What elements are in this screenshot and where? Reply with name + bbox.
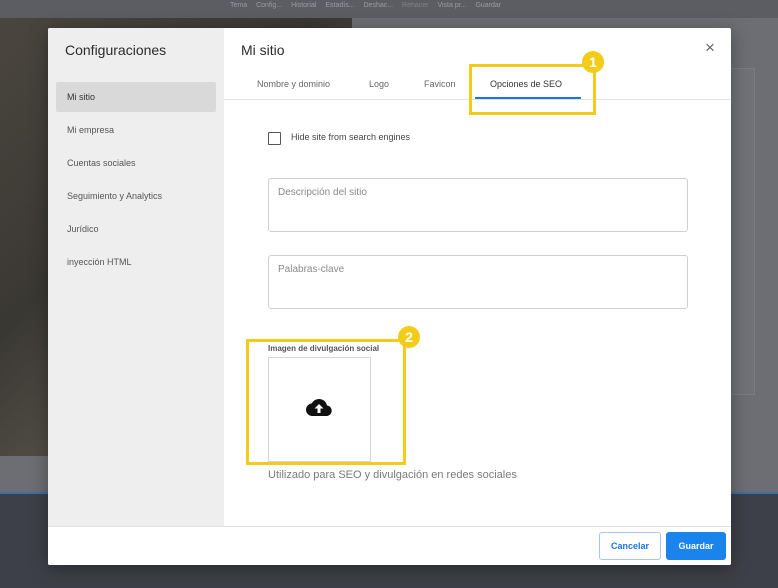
- sidebar-nav: Mi sitio Mi empresa Cuentas sociales Seg…: [56, 82, 216, 280]
- sidebar-title: Configuraciones: [65, 42, 167, 58]
- sidebar-item-mi-sitio[interactable]: Mi sitio: [56, 82, 216, 112]
- annotation-badge-2: 2: [398, 326, 420, 348]
- toolbar-item-tema: Tema: [230, 2, 248, 9]
- close-icon[interactable]: ×: [702, 39, 718, 56]
- hide-site-checkbox[interactable]: [268, 132, 281, 145]
- editor-toolbar: Tema Config... Historial Estadís... Desh…: [0, 0, 778, 18]
- settings-sidebar: Configuraciones Mi sitio Mi empresa Cuen…: [48, 28, 224, 526]
- modal-footer: Cancelar Guardar: [48, 526, 731, 565]
- tab-logo[interactable]: Logo: [369, 79, 389, 89]
- keywords-field[interactable]: Palabras-clave: [268, 255, 688, 309]
- site-description-field[interactable]: Descripción del sitio: [268, 178, 688, 232]
- site-description-placeholder: Descripción del sitio: [278, 187, 367, 198]
- toolbar-item-guardar: Guardar: [475, 2, 502, 9]
- sidebar-item-seguimiento-analytics[interactable]: Seguimiento y Analytics: [56, 181, 216, 211]
- sidebar-item-cuentas-sociales[interactable]: Cuentas sociales: [56, 148, 216, 178]
- highlight-box-social-image: [246, 339, 406, 465]
- annotation-badge-1: 1: [582, 51, 604, 73]
- sidebar-item-inyeccion-html[interactable]: inyección HTML: [56, 247, 216, 277]
- tab-nombre-dominio[interactable]: Nombre y dominio: [257, 79, 330, 89]
- save-button[interactable]: Guardar: [666, 532, 726, 560]
- page-title: Mi sitio: [241, 42, 285, 58]
- toolbar-item-config: Config...: [256, 2, 283, 9]
- cancel-button[interactable]: Cancelar: [599, 532, 661, 560]
- tab-favicon[interactable]: Favicon: [424, 79, 456, 89]
- toolbar-item-estadisticas: Estadís...: [325, 2, 355, 9]
- settings-modal: Configuraciones Mi sitio Mi empresa Cuen…: [48, 28, 731, 565]
- sidebar-item-juridico[interactable]: Jurídico: [56, 214, 216, 244]
- helper-text: Utilizado para SEO y divulgación en rede…: [268, 469, 517, 481]
- highlight-box-seo-tab: [469, 64, 596, 115]
- toolbar-item-deshacer: Deshac...: [363, 2, 394, 9]
- toolbar-item-historial: Historial: [291, 2, 317, 9]
- hide-site-label[interactable]: Hide site from search engines: [291, 132, 410, 142]
- keywords-placeholder: Palabras-clave: [278, 264, 345, 275]
- sidebar-item-mi-empresa[interactable]: Mi empresa: [56, 115, 216, 145]
- toolbar-item-vista-previa: Vista pr...: [437, 2, 467, 9]
- toolbar-item-rehacer: Rehacer: [402, 2, 429, 9]
